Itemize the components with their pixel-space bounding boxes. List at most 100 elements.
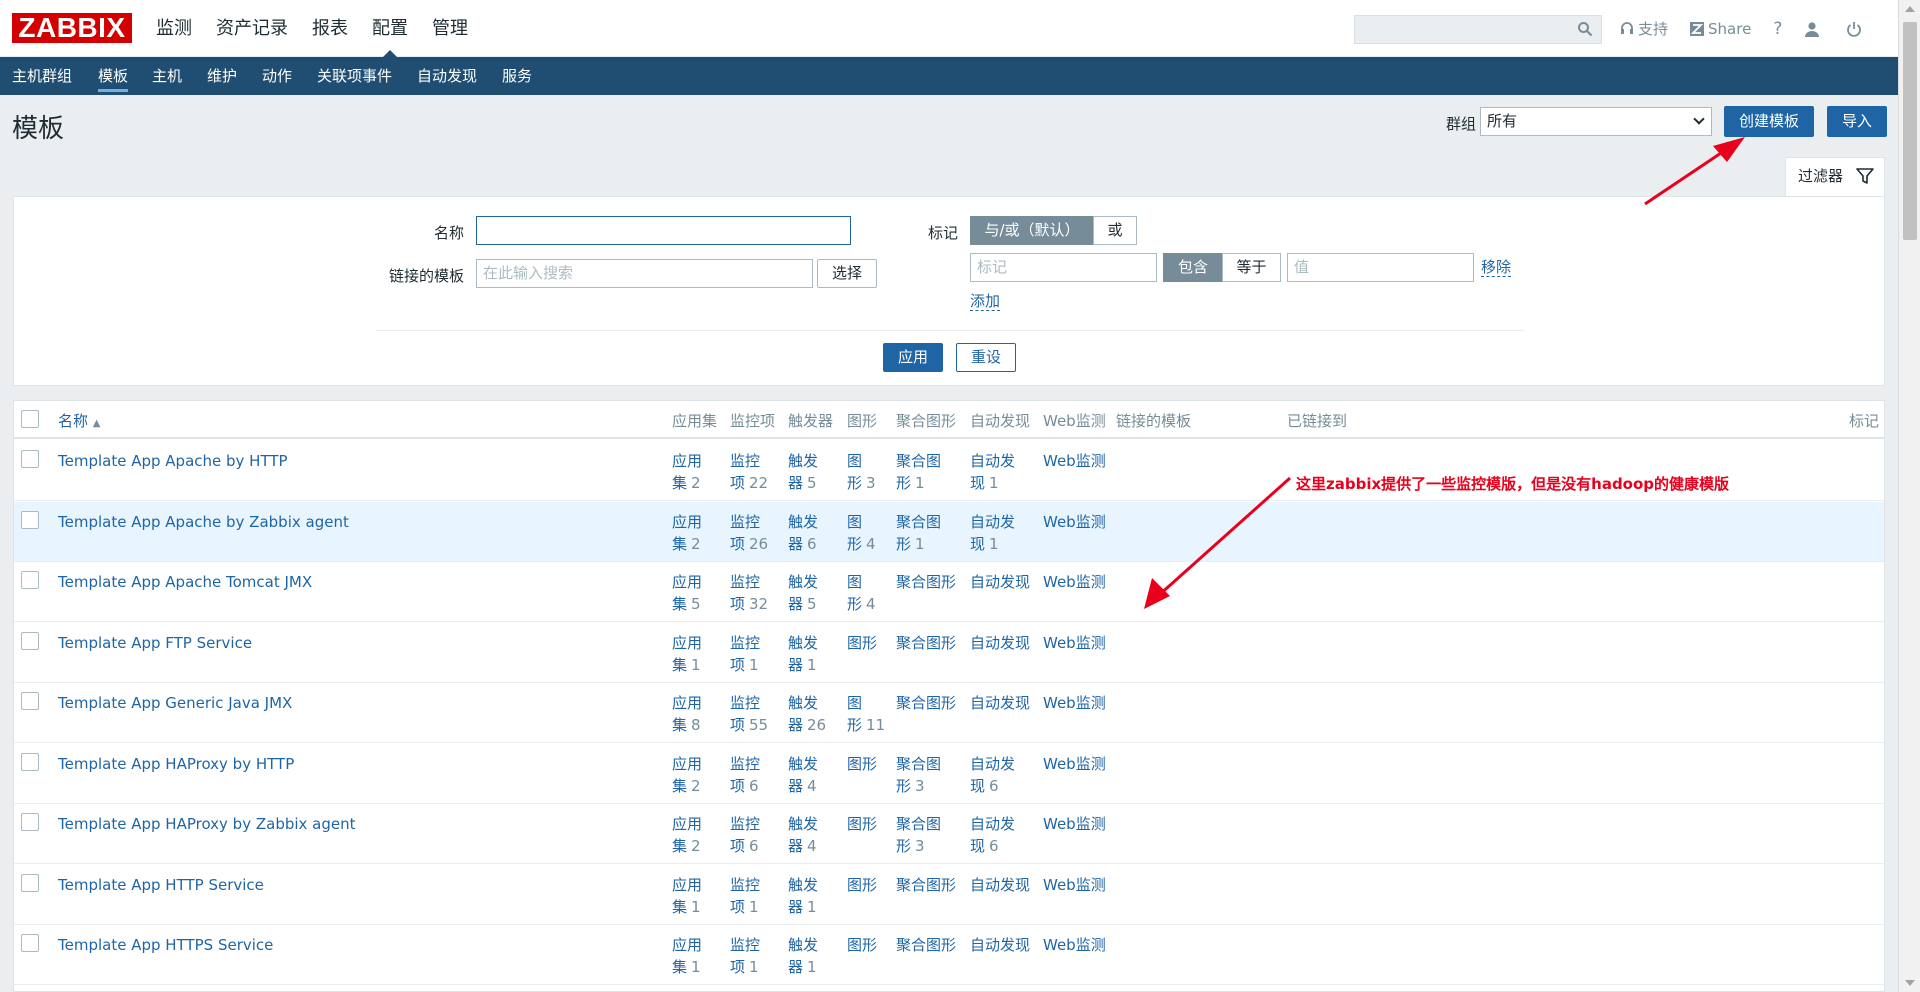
triggers-link[interactable]: 触发器 5 xyxy=(788,450,818,494)
row-checkbox[interactable] xyxy=(21,692,39,710)
graphs-link[interactable]: 图形3 xyxy=(847,450,876,494)
items-link[interactable]: 监控项 55 xyxy=(730,692,768,736)
import-button[interactable]: 导入 xyxy=(1827,106,1887,137)
web-link[interactable]: Web监测 xyxy=(1043,571,1106,593)
template-name-link[interactable]: Template App Apache Tomcat JMX xyxy=(58,571,312,593)
create-template-button[interactable]: 创建模板 xyxy=(1724,106,1814,137)
discovery-link[interactable]: 自动发现 6 xyxy=(970,813,1015,857)
filter-linked-input[interactable]: 在此输入搜索 xyxy=(476,259,813,288)
discovery-link[interactable]: 自动发现 1 xyxy=(970,450,1015,494)
items-link[interactable]: 监控项 26 xyxy=(730,511,768,555)
apps-link[interactable]: 应用集 8 xyxy=(672,692,702,736)
screens-link[interactable]: 聚合图形 xyxy=(896,692,956,714)
web-link[interactable]: Web监测 xyxy=(1043,511,1106,533)
screens-link[interactable]: 聚合图形 xyxy=(896,934,956,956)
apply-button[interactable]: 应用 xyxy=(883,343,943,372)
screens-link[interactable]: 聚合图形 1 xyxy=(896,511,941,555)
apps-link[interactable]: 应用集 2 xyxy=(672,450,702,494)
submenu-host-groups[interactable]: 主机群组 xyxy=(12,57,72,95)
scroll-down-icon[interactable] xyxy=(1905,980,1915,986)
menu-reports[interactable]: 报表 xyxy=(312,0,348,57)
support-link[interactable]: 支持 xyxy=(1620,18,1668,39)
submenu-hosts[interactable]: 主机 xyxy=(152,57,182,95)
group-select[interactable]: 所有 xyxy=(1480,107,1712,136)
select-all-checkbox[interactable] xyxy=(21,410,39,428)
template-name-link[interactable]: Template App FTP Service xyxy=(58,632,252,654)
filter-tab[interactable]: 过滤器 xyxy=(1785,157,1885,197)
tag-mode-and-or[interactable]: 与/或（默认） xyxy=(970,216,1094,245)
items-link[interactable]: 监控项 1 xyxy=(730,934,760,978)
add-tag-link[interactable]: 添加 xyxy=(970,292,1001,311)
row-checkbox[interactable] xyxy=(21,934,39,952)
submenu-services[interactable]: 服务 xyxy=(502,57,532,95)
search-input[interactable] xyxy=(1354,15,1602,44)
search-icon[interactable] xyxy=(1577,21,1593,37)
apps-link[interactable]: 应用集 2 xyxy=(672,813,702,857)
web-link[interactable]: Web监测 xyxy=(1043,632,1106,654)
template-name-link[interactable]: Template App HTTP Service xyxy=(58,874,264,896)
apps-link[interactable]: 应用集 5 xyxy=(672,571,702,615)
triggers-link[interactable]: 触发器 4 xyxy=(788,813,818,857)
triggers-link[interactable]: 触发器 4 xyxy=(788,753,818,797)
row-checkbox[interactable] xyxy=(21,571,39,589)
triggers-link[interactable]: 触发器 1 xyxy=(788,632,818,676)
menu-configuration[interactable]: 配置 xyxy=(372,0,408,57)
graphs-link[interactable]: 图形 11 xyxy=(847,692,885,736)
filter-name-input[interactable] xyxy=(476,216,851,245)
scroll-up-icon[interactable] xyxy=(1905,6,1915,12)
vertical-scrollbar[interactable] xyxy=(1898,0,1920,992)
apps-link[interactable]: 应用集 1 xyxy=(672,934,702,978)
scrollbar-thumb[interactable] xyxy=(1903,22,1917,240)
discovery-link[interactable]: 自动发现 xyxy=(970,692,1030,714)
screens-link[interactable]: 聚合图形 1 xyxy=(896,450,941,494)
submenu-event-correlation[interactable]: 关联项事件 xyxy=(317,57,392,95)
tag-value-input[interactable]: 值 xyxy=(1287,253,1474,282)
graphs-link[interactable]: 图形4 xyxy=(847,571,876,615)
row-checkbox[interactable] xyxy=(21,510,39,529)
row-checkbox[interactable] xyxy=(21,873,39,892)
row-checkbox[interactable] xyxy=(21,631,39,650)
screens-link[interactable]: 聚合图形 xyxy=(896,632,956,654)
template-name-link[interactable]: Template App Apache by HTTP xyxy=(58,450,288,472)
screens-link[interactable]: 聚合图形 xyxy=(896,571,956,593)
row-checkbox[interactable] xyxy=(21,450,39,468)
help-link[interactable]: ? xyxy=(1773,19,1782,39)
items-link[interactable]: 监控项 1 xyxy=(730,874,760,918)
row-checkbox[interactable] xyxy=(21,752,39,771)
tag-op-equals[interactable]: 等于 xyxy=(1222,253,1281,282)
discovery-link[interactable]: 自动发现 6 xyxy=(970,753,1015,797)
menu-administration[interactable]: 管理 xyxy=(432,0,468,57)
graphs-link[interactable]: 图形 xyxy=(847,934,877,956)
items-link[interactable]: 监控项 22 xyxy=(730,450,768,494)
apps-link[interactable]: 应用集 1 xyxy=(672,632,702,676)
graphs-link[interactable]: 图形 xyxy=(847,632,877,654)
tag-name-input[interactable]: 标记 xyxy=(970,253,1157,282)
screens-link[interactable]: 聚合图形 xyxy=(896,874,956,896)
template-name-link[interactable]: Template App HAProxy by Zabbix agent xyxy=(58,813,356,835)
screens-link[interactable]: 聚合图形 3 xyxy=(896,753,941,797)
web-link[interactable]: Web监测 xyxy=(1043,813,1106,835)
triggers-link[interactable]: 触发器 6 xyxy=(788,511,818,555)
triggers-link[interactable]: 触发器 26 xyxy=(788,692,826,736)
row-checkbox[interactable] xyxy=(21,813,39,831)
graphs-link[interactable]: 图形 xyxy=(847,874,877,896)
logout-link[interactable] xyxy=(1846,21,1866,37)
tag-op-contains[interactable]: 包含 xyxy=(1163,253,1223,282)
screens-link[interactable]: 聚合图形 3 xyxy=(896,813,941,857)
discovery-link[interactable]: 自动发现 xyxy=(970,632,1030,654)
items-link[interactable]: 监控项 6 xyxy=(730,753,760,797)
discovery-link[interactable]: 自动发现 1 xyxy=(970,511,1015,555)
tag-mode-or[interactable]: 或 xyxy=(1093,216,1137,245)
menu-inventory[interactable]: 资产记录 xyxy=(216,0,288,57)
submenu-maintenance[interactable]: 维护 xyxy=(207,57,237,95)
triggers-link[interactable]: 触发器 1 xyxy=(788,874,818,918)
remove-tag-link[interactable]: 移除 xyxy=(1481,258,1512,277)
submenu-templates[interactable]: 模板 xyxy=(98,57,129,95)
submenu-actions[interactable]: 动作 xyxy=(262,57,292,95)
template-name-link[interactable]: Template App HAProxy by HTTP xyxy=(58,753,294,775)
apps-link[interactable]: 应用集 2 xyxy=(672,753,702,797)
apps-link[interactable]: 应用集 2 xyxy=(672,511,702,555)
user-profile-link[interactable] xyxy=(1804,21,1824,37)
template-name-link[interactable]: Template App HTTPS Service xyxy=(58,934,273,956)
discovery-link[interactable]: 自动发现 xyxy=(970,571,1030,593)
